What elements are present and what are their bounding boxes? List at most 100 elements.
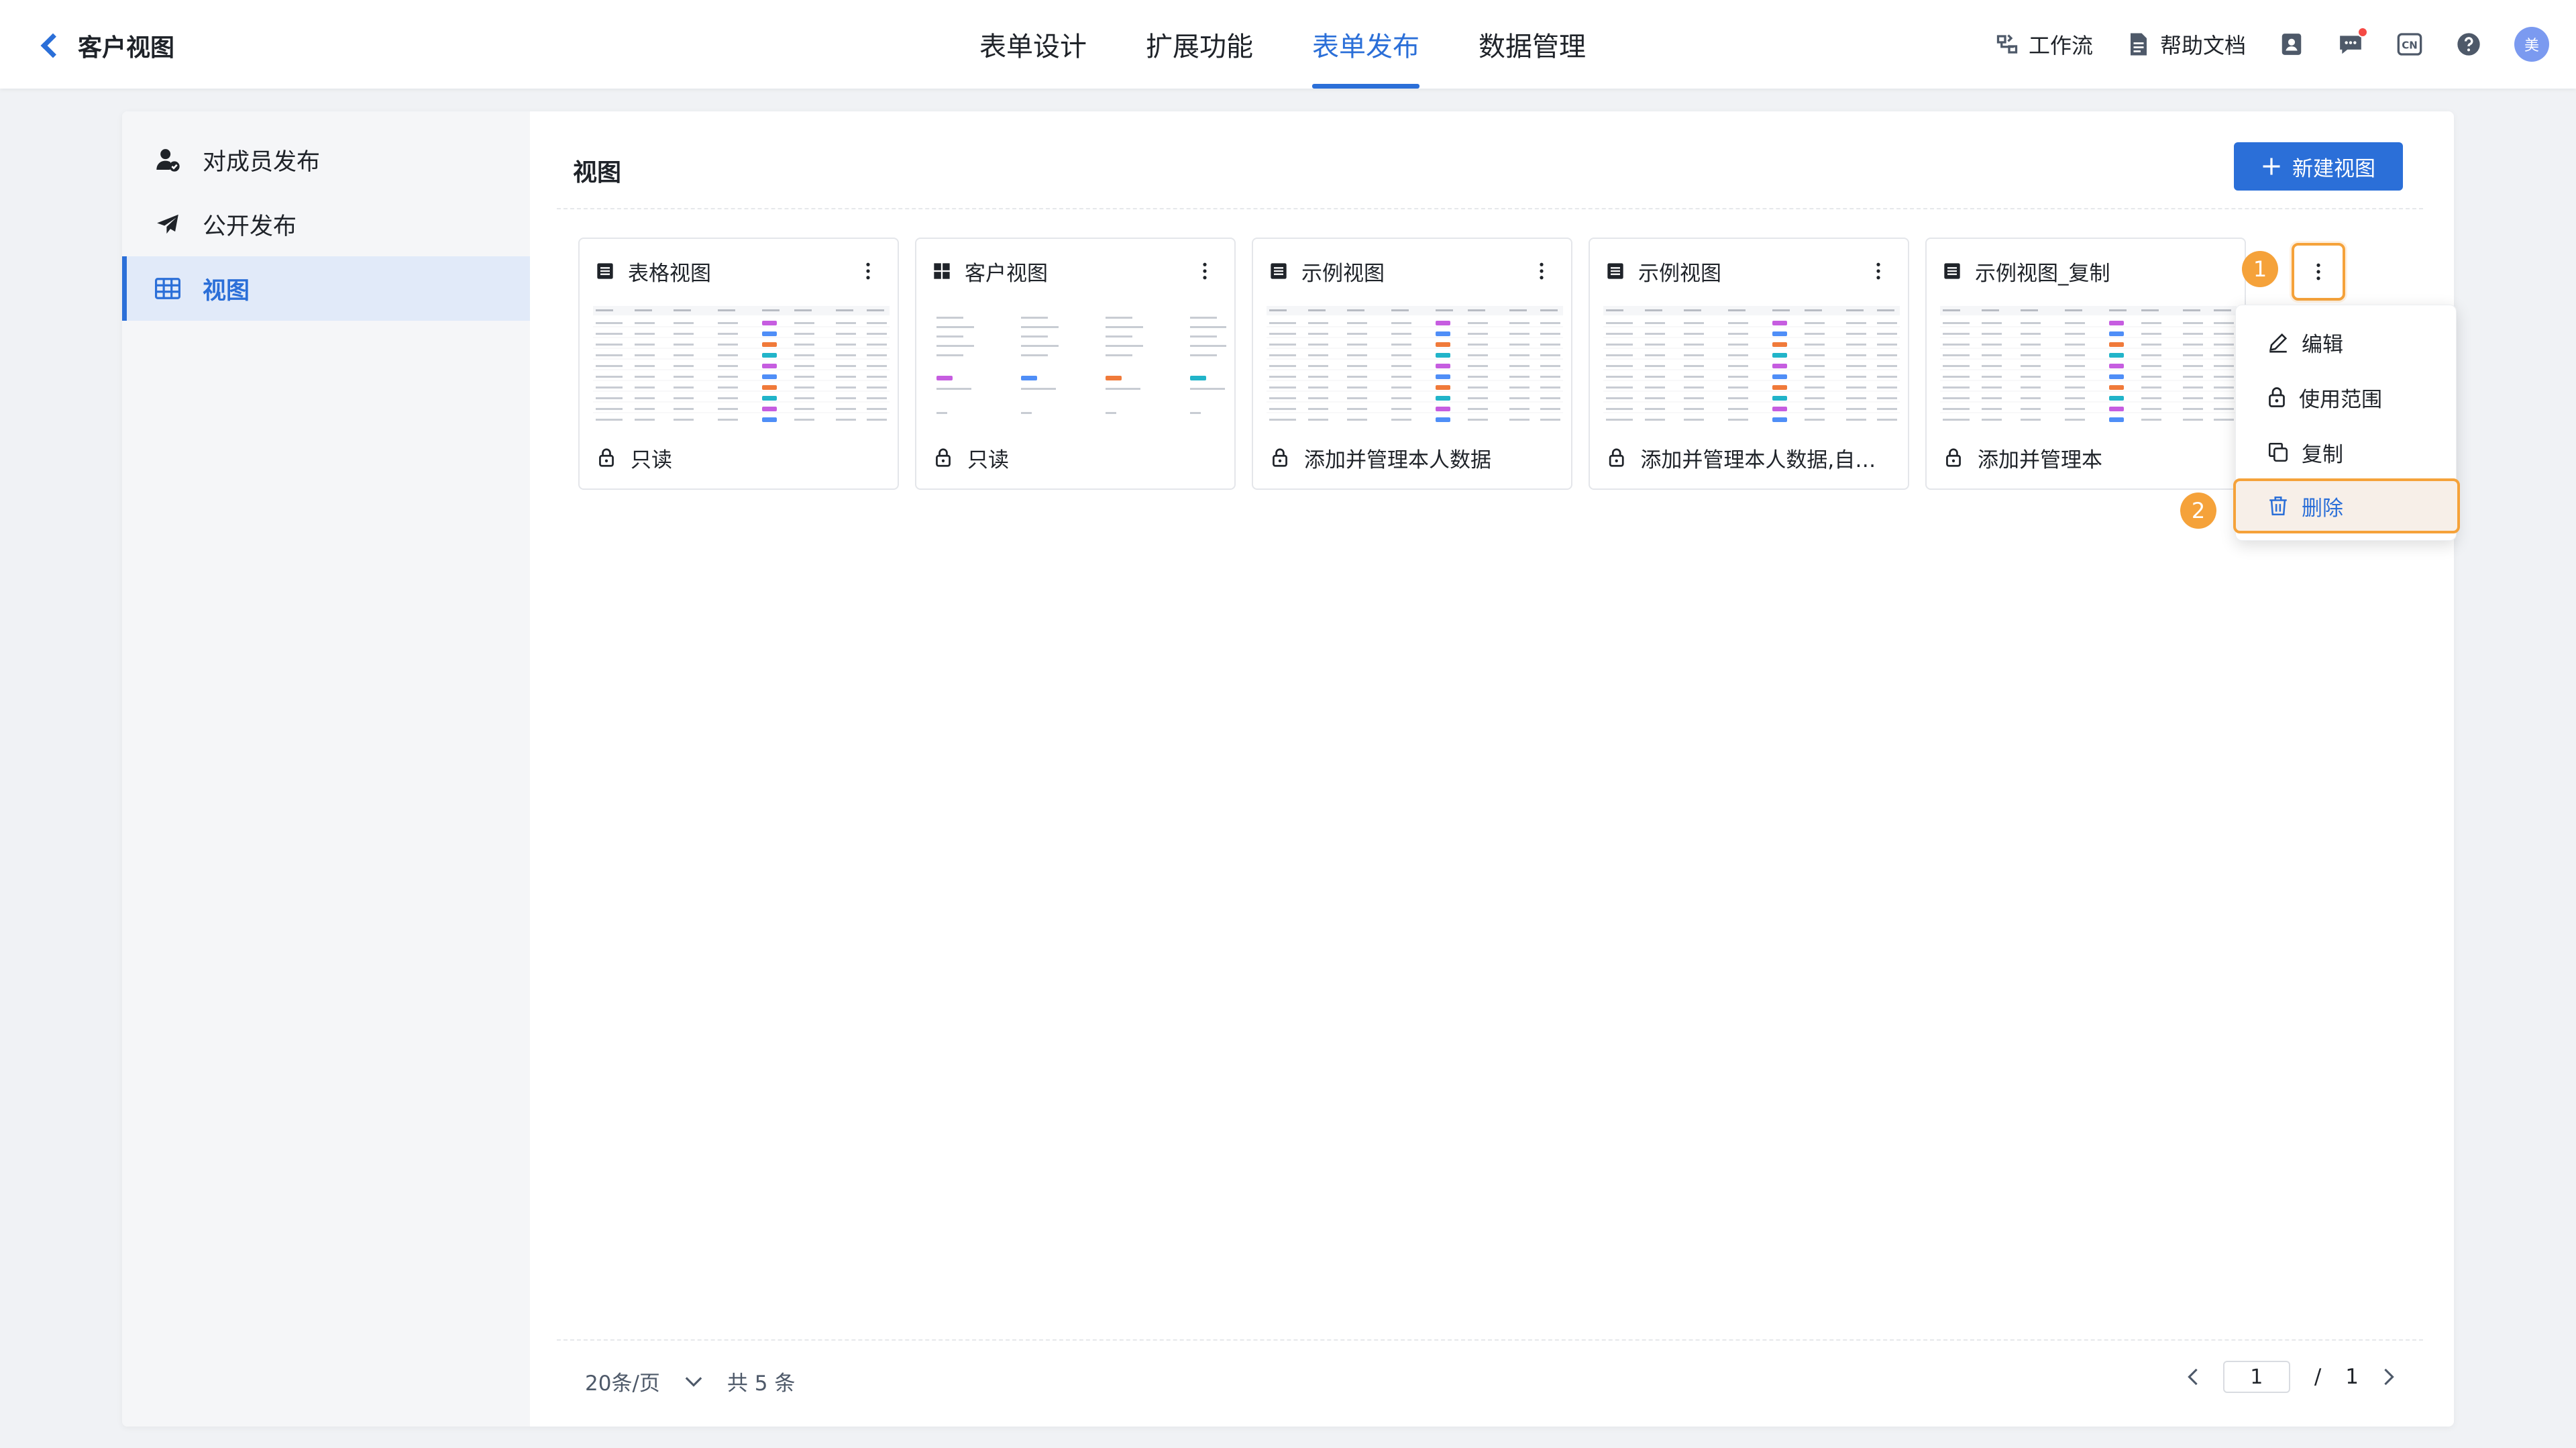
permission-label: 添加并管理本 (1978, 448, 2102, 472)
lock-icon (599, 448, 614, 467)
more-icon[interactable] (1528, 258, 1555, 285)
card-title: 示例视图_复制 (1975, 261, 2110, 286)
card-footer: 添加并管理本人数据,自定... (1607, 442, 1890, 474)
contacts-icon[interactable] (2278, 31, 2305, 58)
menu-item-label: 复制 (2302, 442, 2343, 467)
step-badge-2: 2 (2180, 493, 2216, 529)
document-icon (2125, 31, 2152, 58)
total-count: 共 5 条 (727, 1372, 796, 1396)
tab-form-design[interactable]: 表单设计 (979, 0, 1087, 89)
workflow-icon (1994, 31, 2021, 58)
menu-item-usage-scope[interactable]: 使用范围 (2236, 370, 2457, 425)
section-title: 视图 (573, 159, 622, 187)
help-docs-button[interactable]: 帮助文档 (2125, 29, 2246, 60)
message-icon[interactable] (2337, 27, 2368, 58)
permission-label: 只读 (631, 448, 672, 472)
current-page-input[interactable]: 1 (2222, 1361, 2290, 1393)
table-grid-icon (153, 274, 182, 303)
view-card-list: 表格视图 只读 客户视图 只读 示例视图 添加并管理本人数据 示例视图 添加并管… (578, 238, 2246, 490)
notification-badge (2357, 27, 2368, 38)
lock-icon (1609, 448, 1624, 467)
sidebar-item-member-publish[interactable]: 对成员发布 (122, 127, 530, 192)
card-more-button-highlighted[interactable] (2292, 243, 2345, 301)
menu-item-delete[interactable]: 删除 (2233, 478, 2460, 533)
workflow-button[interactable]: 工作流 (1994, 29, 2093, 60)
card-header: 示例视图 (1590, 239, 1908, 303)
menu-item-label: 使用范围 (2299, 387, 2382, 412)
more-icon[interactable] (855, 258, 881, 285)
view-card[interactable]: 示例视图 添加并管理本人数据,自定... (1589, 238, 1909, 490)
menu-item-label: 删除 (2302, 496, 2343, 521)
new-view-label: 新建视图 (2292, 156, 2375, 181)
chevron-left-icon (40, 33, 66, 58)
permission-label: 添加并管理本人数据 (1304, 448, 1491, 472)
tab-data-management[interactable]: 数据管理 (1479, 0, 1586, 89)
menu-item-edit[interactable]: 编辑 (2236, 315, 2457, 370)
view-card[interactable]: 客户视图 只读 (915, 238, 1236, 490)
trash-icon (2269, 496, 2287, 516)
sidebar-item-label: 视图 (203, 277, 250, 305)
main-nav: 表单设计 扩展功能 表单发布 数据管理 (979, 0, 1586, 89)
back-button[interactable]: 客户视图 (35, 25, 174, 66)
workflow-label: 工作流 (2028, 33, 2093, 58)
view-card[interactable]: 表格视图 只读 (578, 238, 899, 490)
lang-label: CN (2402, 40, 2418, 52)
chevron-right-icon[interactable] (2383, 1367, 2395, 1386)
card-title: 示例视图 (1301, 261, 1385, 286)
plus-icon (2263, 158, 2280, 175)
sidebar-item-label: 公开发布 (203, 213, 297, 240)
card-view-icon (934, 263, 950, 279)
more-icon[interactable] (1865, 258, 1892, 285)
card-footer: 添加并管理本人数据 (1271, 442, 1554, 474)
lock-icon (936, 448, 951, 467)
lock-icon (2269, 387, 2285, 407)
more-icon[interactable] (1191, 258, 1218, 285)
table-preview-thumbnail (1267, 306, 1563, 423)
menu-item-label: 编辑 (2302, 332, 2343, 357)
lock-icon (1946, 448, 1961, 467)
view-card[interactable]: 示例视图_复制 添加并管理本 (1925, 238, 2246, 490)
card-action-menu: 编辑 使用范围 复制 删除 (2233, 305, 2460, 541)
menu-item-copy[interactable]: 复制 (2236, 425, 2457, 480)
card-header: 示例视图_复制 (1927, 239, 2245, 303)
card-footer: 添加并管理本 (1944, 442, 2227, 474)
sidebar: 对成员发布 公开发布 视图 (122, 111, 530, 1427)
tab-extensions[interactable]: 扩展功能 (1146, 0, 1253, 89)
language-switch-icon[interactable]: CN (2396, 31, 2423, 58)
main-panel: 对成员发布 公开发布 视图 视图 新建视图 表格视图 只读 客户视图 只读 示例… (122, 111, 2460, 1427)
sidebar-item-views[interactable]: 视图 (122, 256, 530, 321)
avatar[interactable]: 美 (2514, 27, 2549, 62)
help-docs-label: 帮助文档 (2159, 33, 2246, 58)
page-size-select[interactable]: 20条/页 (585, 1366, 660, 1396)
table-preview-thumbnail (1603, 306, 1900, 423)
list-view-icon (1271, 263, 1287, 279)
pencil-icon (2269, 333, 2288, 353)
step-badge-1: 1 (2242, 251, 2278, 287)
top-bar: 客户视图 表单设计 扩展功能 表单发布 数据管理 工作流 帮助文档 CN 美 (0, 0, 2576, 89)
top-right-toolbar: 工作流 帮助文档 CN 美 (1994, 21, 2549, 67)
view-card[interactable]: 示例视图 添加并管理本人数据 (1252, 238, 1572, 490)
tab-form-publish[interactable]: 表单发布 (1312, 0, 1419, 89)
lock-icon (1273, 448, 1287, 467)
permission-label: 添加并管理本人数据,自定... (1640, 448, 1890, 472)
divider (557, 208, 2423, 209)
chevron-down-icon[interactable] (684, 1376, 703, 1388)
page-title: 客户视图 (78, 34, 175, 62)
page-separator: / (2314, 1365, 2322, 1389)
card-preview-thumbnail (930, 306, 1226, 423)
card-header: 示例视图 (1253, 239, 1571, 303)
table-preview-thumbnail (1940, 306, 2237, 423)
send-icon (153, 209, 182, 239)
table-preview-thumbnail (593, 306, 890, 423)
card-footer: 只读 (597, 442, 880, 474)
pagination-divider (557, 1339, 2423, 1341)
chevron-left-icon[interactable] (2187, 1367, 2199, 1386)
new-view-button[interactable]: 新建视图 (2234, 142, 2403, 191)
page-size-control: 20条/页 共 5 条 (585, 1366, 795, 1396)
sidebar-item-public-publish[interactable]: 公开发布 (122, 192, 530, 256)
card-header: 表格视图 (580, 239, 898, 303)
page-navigation: 1 / 1 (2187, 1361, 2395, 1393)
card-title: 客户视图 (965, 261, 1048, 286)
member-publish-icon (153, 145, 182, 174)
help-icon[interactable] (2455, 31, 2482, 58)
